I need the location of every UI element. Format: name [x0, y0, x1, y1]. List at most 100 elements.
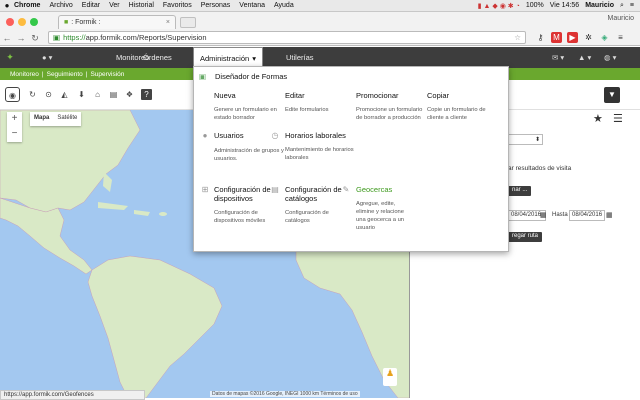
- menu-item-title: Copiar: [427, 91, 450, 100]
- date-to-input[interactable]: 08/04/2016: [569, 210, 605, 221]
- help-icon[interactable]: ◍ ▾: [604, 47, 616, 68]
- zoom-control: + −: [7, 112, 22, 142]
- menu-app[interactable]: Chrome: [14, 2, 40, 9]
- map-attribution[interactable]: Datos de mapas ©2016 Google, INEGI 1000 …: [210, 391, 360, 397]
- settings-extension-icon[interactable]: ✲: [583, 32, 594, 43]
- layers-icon[interactable]: ❖: [124, 89, 135, 100]
- calendar-from-icon[interactable]: ▦: [540, 211, 547, 219]
- menu-editar[interactable]: Editar: [82, 2, 100, 9]
- close-tab-icon[interactable]: ×: [166, 19, 170, 26]
- filter-results-label: ar resultados de visita: [508, 165, 572, 172]
- clock[interactable]: Vie 14:56: [550, 2, 579, 9]
- back-icon[interactable]: ←: [0, 33, 14, 43]
- clock-icon: ◷: [271, 131, 279, 140]
- tab-title: : Formik :: [71, 19, 101, 26]
- map-type-map[interactable]: Mapa: [30, 112, 53, 126]
- nav-administracion-label: Administración: [200, 53, 250, 63]
- menu-item-title: Horarios laborales: [285, 131, 346, 140]
- breadcrumb-monitoreo[interactable]: Monitoreo: [10, 71, 39, 78]
- list-icon[interactable]: ≡: [630, 2, 634, 9]
- breadcrumb-seguimiento[interactable]: Seguimiento: [47, 71, 83, 78]
- user-menu-icon[interactable]: ● ▾: [42, 53, 52, 62]
- list-view-icon[interactable]: ☰: [613, 112, 623, 125]
- hasta-label: Hasta: [552, 212, 568, 218]
- menu-item-desc: Administración de grupos y usuarios.: [214, 148, 284, 162]
- admin-dropdown-menu: ▣ Diseñador de Formas Nueva Genere un fo…: [193, 66, 509, 252]
- menu-item-horarios[interactable]: Horarios laborales Mantenimiento de hora…: [285, 131, 355, 162]
- form-designer-header[interactable]: ▣ Diseñador de Formas: [199, 72, 287, 81]
- zoom-out-button[interactable]: −: [7, 127, 22, 142]
- select-button[interactable]: nar ...: [508, 186, 532, 196]
- search-icon[interactable]: ⌕: [620, 2, 624, 10]
- browser-tab[interactable]: ■ : Formik : ×: [58, 15, 176, 29]
- map-type-control: Mapa Satélite: [30, 112, 82, 126]
- menu-historial[interactable]: Historial: [129, 2, 154, 9]
- menu-archivo[interactable]: Archivo: [49, 2, 72, 9]
- status-url: https://app.formik.com/Geofences: [0, 390, 145, 400]
- menu-ver[interactable]: Ver: [109, 2, 120, 9]
- menu-item-desc: Copie un formulario de cliente a cliente: [427, 107, 486, 121]
- home-icon[interactable]: ⌂: [92, 89, 103, 100]
- street-view-pegman-icon[interactable]: ♟: [383, 368, 397, 386]
- minimize-window-icon[interactable]: [18, 18, 26, 26]
- question-icon[interactable]: ?: [141, 89, 152, 100]
- reload-icon[interactable]: ↻: [28, 33, 42, 44]
- route-icon[interactable]: ◭: [59, 89, 70, 100]
- menu-item-title: Promocionar: [356, 91, 399, 100]
- nav-administracion[interactable]: Administración ▾: [193, 47, 263, 68]
- tab-favicon-icon: ■: [64, 19, 69, 26]
- maximize-window-icon[interactable]: [30, 18, 38, 26]
- menu-favoritos[interactable]: Favoritos: [163, 2, 192, 9]
- menu-item-editar[interactable]: Editar Edite formularios: [285, 91, 355, 114]
- video-extension-icon[interactable]: ▶: [567, 32, 578, 43]
- menu-ayuda[interactable]: Ayuda: [274, 2, 294, 9]
- url-scheme: https://: [63, 33, 86, 42]
- forward-icon[interactable]: →: [14, 33, 28, 43]
- new-tab-button[interactable]: [180, 17, 196, 28]
- apple-icon[interactable]: ●: [0, 1, 14, 10]
- filter-icon[interactable]: ▼: [604, 87, 620, 103]
- menu-icon[interactable]: ≡: [615, 32, 626, 43]
- profile-name[interactable]: Mauricio: [608, 15, 634, 22]
- menu-item-desc: Promocione un formulario de borrador a p…: [356, 107, 423, 121]
- download-icon[interactable]: ⬇: [76, 89, 87, 100]
- refresh-icon[interactable]: ↻: [27, 89, 38, 100]
- formik-logo-icon[interactable]: ✦: [0, 52, 20, 63]
- menu-item-promocionar[interactable]: Promocionar Promocione un formulario de …: [356, 91, 424, 122]
- menu-item-copiar[interactable]: Copiar Copie un formulario de cliente a …: [427, 91, 497, 122]
- geofence-icon: ✎: [342, 185, 350, 194]
- star-icon[interactable]: ☆: [514, 33, 521, 42]
- user-name[interactable]: Mauricio: [585, 2, 614, 9]
- nav-ordenes[interactable]: Órdenes: [137, 47, 178, 68]
- puzzle-extension-icon[interactable]: ◈: [599, 32, 610, 43]
- nav-utilerias[interactable]: Utilerías: [280, 47, 320, 68]
- mail-extension-icon[interactable]: M: [551, 32, 562, 43]
- catalog-icon: ▤: [271, 185, 279, 194]
- calendar-to-icon[interactable]: ▦: [606, 211, 613, 219]
- zoom-in-button[interactable]: +: [7, 112, 22, 127]
- chevron-down-icon: ▾: [252, 53, 256, 63]
- select-chevron-icon: ⬍: [534, 137, 540, 143]
- close-window-icon[interactable]: [6, 18, 14, 26]
- target-icon[interactable]: ⊙: [43, 89, 54, 100]
- menu-ventana[interactable]: Ventana: [239, 2, 265, 9]
- window-controls: [6, 18, 38, 26]
- favorite-star-icon[interactable]: ★: [593, 112, 603, 125]
- battery-level[interactable]: 100%: [526, 2, 544, 9]
- menu-item-desc: Mantenimiento de horarios laborales: [285, 147, 354, 161]
- menu-item-nueva[interactable]: Nueva Genere un formulario en estado bor…: [214, 91, 284, 122]
- add-route-button[interactable]: regar ruta: [508, 232, 543, 242]
- bell-icon[interactable]: ▲ ▾: [578, 47, 591, 68]
- menu-personas[interactable]: Personas: [201, 2, 231, 9]
- chat-icon[interactable]: ▤: [108, 89, 119, 100]
- mail-icon[interactable]: ✉ ▾: [552, 47, 564, 68]
- key-extension-icon[interactable]: ⚷: [535, 32, 546, 43]
- address-bar[interactable]: ▣ https:// app.formik.com/Reports/Superv…: [48, 31, 526, 44]
- breadcrumb-supervision[interactable]: Supervisión: [90, 71, 124, 78]
- map-type-satellite[interactable]: Satélite: [53, 112, 81, 126]
- locate-icon[interactable]: ◉: [5, 87, 20, 102]
- status-icons[interactable]: ▮ ▲ ◆ ◉ ✱ ◔: [478, 2, 520, 10]
- devices-icon: ⊞: [201, 185, 209, 194]
- menu-item-desc: Configuración de dispositivos móviles: [214, 210, 266, 224]
- menu-item-geocercas[interactable]: Geocercas Agregue, edite, elimine y rela…: [356, 185, 414, 232]
